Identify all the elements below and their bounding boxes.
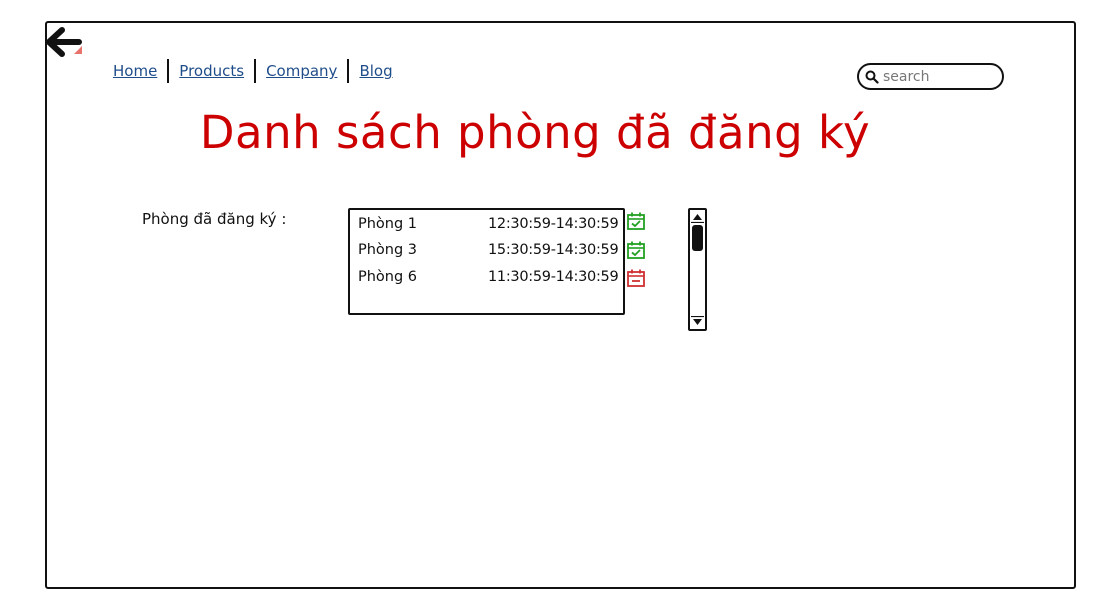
nav-link-company[interactable]: Company — [266, 62, 337, 80]
room-time-range: 15:30:59-14:30:59 — [488, 242, 619, 258]
list-item[interactable]: Phòng 6 11:30:59-14:30:59 — [358, 265, 628, 289]
room-time-range: 12:30:59-14:30:59 — [488, 216, 619, 232]
nav-separator — [167, 59, 170, 83]
search-box[interactable] — [857, 63, 1004, 90]
scrollbar-thumb[interactable] — [692, 225, 703, 251]
nav-link-blog[interactable]: Blog — [359, 62, 392, 80]
top-navigation: Home Products Company Blog — [113, 59, 393, 83]
room-time-range: 11:30:59-14:30:59 — [488, 269, 619, 285]
nav-separator — [254, 59, 257, 83]
search-input[interactable] — [883, 68, 993, 85]
scroll-up-arrow-icon[interactable] — [691, 211, 704, 223]
page-title: Danh sách phòng đã đăng ký — [199, 106, 871, 159]
list-item[interactable]: Phòng 3 15:30:59-14:30:59 — [358, 238, 628, 262]
calendar-minus-icon[interactable] — [626, 268, 646, 288]
room-name: Phòng 1 — [358, 216, 418, 232]
registered-rooms-label: Phòng đã đăng ký : — [142, 210, 287, 228]
back-arrow-icon[interactable] — [46, 24, 86, 60]
room-name: Phòng 3 — [358, 242, 418, 258]
nav-link-home[interactable]: Home — [113, 62, 157, 80]
registered-rooms-list[interactable]: Phòng 1 12:30:59-14:30:59 Phòng 3 15:30:… — [348, 208, 625, 315]
calendar-check-icon[interactable] — [626, 240, 646, 260]
scroll-down-arrow-icon[interactable] — [691, 316, 704, 328]
nav-link-products[interactable]: Products — [179, 62, 244, 80]
calendar-check-icon[interactable] — [626, 211, 646, 231]
room-name: Phòng 6 — [358, 269, 418, 285]
list-item[interactable]: Phòng 1 12:30:59-14:30:59 — [358, 212, 628, 236]
search-icon — [865, 70, 879, 84]
vertical-scrollbar[interactable] — [688, 208, 707, 331]
nav-separator — [347, 59, 350, 83]
